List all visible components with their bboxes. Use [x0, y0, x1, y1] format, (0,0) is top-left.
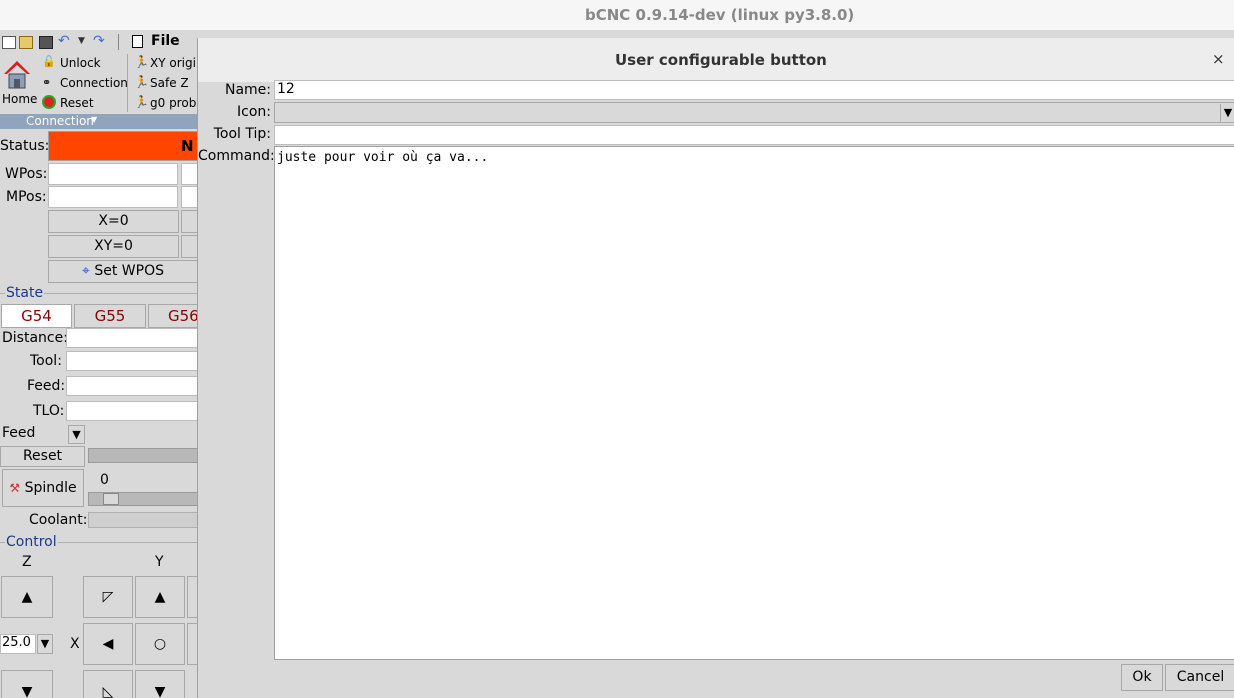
dialog-title: User configurable button	[615, 51, 827, 69]
spindle-slider-handle[interactable]	[103, 493, 119, 505]
z-zero-button[interactable]	[181, 235, 198, 258]
tooltip-label: Tool Tip:	[213, 126, 271, 142]
toolbar-separator	[118, 34, 119, 50]
window-title: bCNC 0.9.14-dev (linux py3.8.0)	[585, 6, 855, 24]
status-badge: N	[48, 131, 198, 161]
feed-override-select[interactable]: Feed ▼	[0, 425, 86, 444]
jog-z-up-button[interactable]: ▲	[1, 576, 53, 618]
reset-override-button[interactable]: Reset	[0, 446, 85, 467]
run-icon: 🏃	[134, 95, 149, 109]
icon-select[interactable]: ▼	[274, 102, 1234, 123]
x-zero-button[interactable]: X=0	[48, 210, 179, 233]
jog-down-left-button[interactable]: ◺	[83, 670, 133, 698]
g0-probe-button[interactable]: g0 probe	[150, 96, 204, 110]
undo-icon[interactable]: ↶	[58, 34, 72, 49]
ok-button[interactable]: Ok	[1121, 664, 1163, 691]
tool-field[interactable]	[66, 351, 198, 371]
unlock-button[interactable]: Unlock	[60, 56, 101, 70]
control-title: Control	[5, 534, 58, 550]
chevron-down-icon[interactable]: ▼	[37, 634, 53, 654]
unlock-icon: 🔓	[42, 55, 56, 68]
name-label: Name:	[224, 82, 271, 98]
home-icon	[4, 61, 30, 89]
tab-g55[interactable]: G55	[74, 304, 146, 328]
z-axis-label: Z	[22, 554, 32, 570]
jog-center-button[interactable]: ○	[135, 623, 185, 665]
name-field[interactable]: 12	[274, 80, 1234, 100]
chevron-down-icon[interactable]: ▼	[1220, 104, 1234, 122]
home-button[interactable]	[2, 58, 32, 92]
dialog-titlebar: User configurable button ×	[198, 38, 1234, 82]
save-icon[interactable]	[39, 36, 53, 49]
feed-label: Feed:	[27, 378, 66, 394]
jog-x-down-button[interactable]: ◀	[83, 623, 133, 665]
new-file-icon[interactable]	[2, 36, 16, 49]
connection-button[interactable]: Connection	[60, 76, 128, 90]
command-textarea[interactable]: juste pour voir où ça va...	[274, 146, 1234, 660]
xy-zero-button[interactable]: XY=0	[48, 235, 179, 258]
coolant-label: Coolant:	[29, 512, 88, 528]
coolant-field[interactable]	[88, 512, 198, 528]
file-icon	[132, 35, 143, 48]
y-zero-button[interactable]	[181, 210, 198, 233]
run-icon: 🏃	[134, 75, 149, 89]
spindle-scale[interactable]	[88, 492, 198, 506]
tab-file[interactable]: File	[128, 32, 198, 52]
state-title: State	[5, 285, 45, 301]
wpos-y-field	[181, 163, 198, 185]
connection-icon: ⚭	[42, 76, 52, 89]
feed-override-scale[interactable]	[88, 448, 198, 463]
run-icon: 🏃	[134, 55, 149, 69]
spindle-button[interactable]: ⚒ Spindle	[2, 469, 84, 507]
ribbon-group-label[interactable]: Connection ▼	[0, 114, 198, 129]
command-label: Command:	[198, 148, 275, 164]
xy-origin-button[interactable]: XY origi	[150, 56, 196, 70]
icon-label: Icon:	[237, 104, 271, 120]
reset-ribbon-button[interactable]: Reset	[60, 96, 94, 110]
status-label: Status:	[0, 138, 50, 154]
spindle-value: 0	[100, 472, 109, 488]
open-folder-icon[interactable]	[19, 36, 33, 49]
reset-icon	[42, 95, 56, 109]
jog-up-left-button[interactable]: ◸	[83, 576, 133, 618]
set-wpos-button[interactable]: ⌖ Set WPOS	[48, 260, 198, 283]
spindle-icon: ⚒	[9, 481, 21, 495]
distance-label: Distance:	[2, 330, 68, 346]
mpos-y-field	[181, 186, 198, 208]
ribbon: Home 🔓 Unlock ⚭ Connection Reset 🏃 XY or…	[0, 52, 204, 114]
crosshair-icon: ⌖	[82, 263, 90, 279]
wpos-label: WPos:	[5, 166, 48, 182]
close-icon[interactable]: ×	[1212, 50, 1225, 68]
distance-field[interactable]	[66, 328, 198, 348]
tooltip-field[interactable]	[274, 125, 1234, 145]
tool-label: Tool:	[30, 353, 62, 369]
tlo-field[interactable]	[66, 401, 198, 421]
cancel-button[interactable]: Cancel	[1165, 664, 1234, 691]
jog-y-down-button[interactable]: ▼	[135, 670, 185, 698]
mpos-x-field	[48, 186, 178, 208]
ribbon-separator	[127, 54, 128, 112]
jog-z-down-button[interactable]: ▼	[1, 670, 53, 698]
tab-g54[interactable]: G54	[1, 304, 72, 328]
jog-y-up-button[interactable]: ▲	[135, 576, 185, 618]
feed-field[interactable]	[66, 376, 198, 396]
chevron-down-icon[interactable]: ▼	[68, 425, 85, 444]
y-axis-label: Y	[155, 554, 164, 570]
step-select[interactable]: 25.0 ▼	[0, 634, 54, 654]
window-titlebar: bCNC 0.9.14-dev (linux py3.8.0)	[0, 0, 1234, 30]
redo-icon[interactable]: ↷	[93, 34, 107, 49]
tab-g56[interactable]: G56	[148, 304, 199, 328]
wpos-x-field	[48, 163, 178, 185]
user-button-dialog: User configurable button × Name: 12 Icon…	[197, 38, 1234, 698]
home-label: Home	[2, 92, 38, 106]
tlo-label: TLO:	[33, 403, 65, 419]
undo-history-icon[interactable]: ▼	[78, 36, 92, 49]
mpos-label: MPos:	[6, 189, 47, 205]
x-axis-label: X	[70, 636, 80, 652]
safe-z-button[interactable]: Safe Z	[150, 76, 189, 90]
chevron-down-icon: ▼	[91, 115, 98, 124]
